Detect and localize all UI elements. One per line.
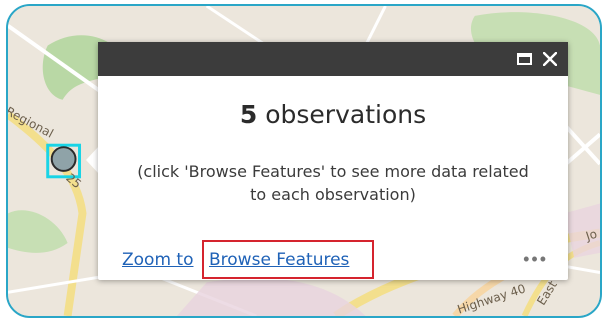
- popup-footer: Zoom to Browse Features •••: [98, 242, 568, 280]
- observation-title-suffix: observations: [257, 100, 427, 129]
- close-icon[interactable]: [540, 49, 560, 69]
- popup-title: 5 observations: [98, 100, 568, 129]
- more-actions-icon[interactable]: •••: [523, 249, 548, 270]
- popup-description: (click 'Browse Features' to see more dat…: [137, 162, 529, 204]
- browse-features-link[interactable]: Browse Features: [209, 250, 349, 270]
- observation-count: 5: [239, 100, 258, 129]
- map-frame: Regional 25 Highway 40 East Jo 5 observa…: [6, 4, 602, 318]
- observation-popup: 5 observations (click 'Browse Features' …: [98, 42, 568, 280]
- zoom-to-link[interactable]: Zoom to: [122, 250, 193, 270]
- popup-header: [98, 42, 568, 76]
- maximize-icon[interactable]: [514, 49, 534, 69]
- observation-marker[interactable]: [50, 146, 77, 172]
